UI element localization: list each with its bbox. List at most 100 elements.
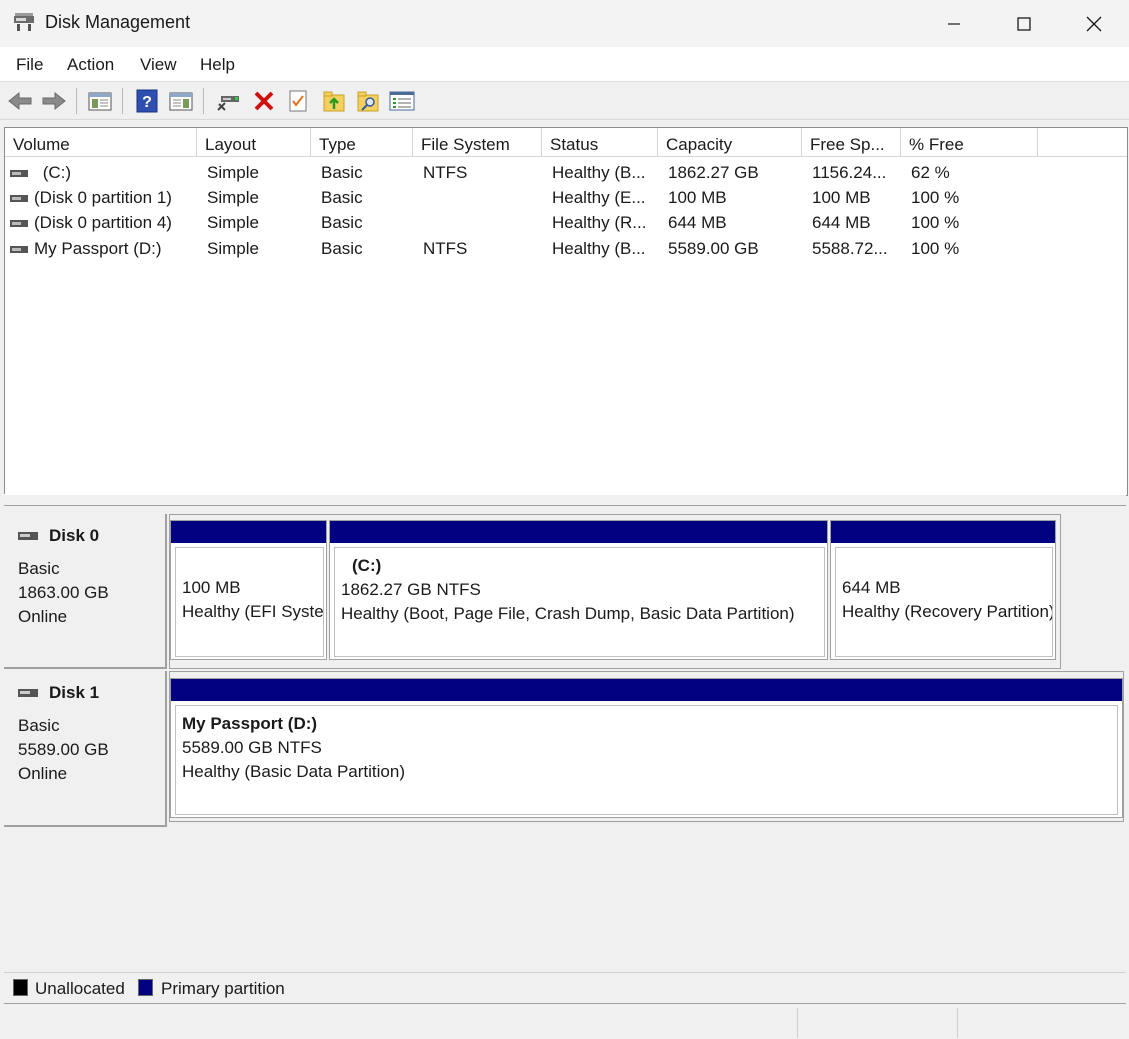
table-row[interactable]: (Disk 0 partition 1) Simple Basic Health… — [5, 185, 1127, 210]
back-arrow-icon — [8, 91, 32, 111]
volume-name: (C:) — [42, 163, 72, 182]
partition-c[interactable]: (C:) 1862.27 GB NTFS Healthy (Boot, Page… — [329, 520, 828, 660]
disk-1-label[interactable]: Disk 1 Basic 5589.00 GB Online — [4, 671, 167, 827]
partition-my-passport[interactable]: My Passport (D:) 5589.00 GB NTFS Healthy… — [170, 678, 1123, 818]
column-header-layout[interactable]: Layout — [197, 128, 311, 156]
volume-capacity: 100 MB — [668, 188, 727, 207]
menu-action[interactable]: Action — [67, 55, 114, 75]
disk-type: Basic — [18, 559, 60, 578]
partition-size: 644 MB — [842, 578, 901, 597]
column-header-free-space[interactable]: Free Sp... — [802, 128, 901, 156]
show-hide-action-pane-button[interactable] — [167, 87, 195, 115]
table-row[interactable]: (Disk 0 partition 4) Simple Basic Health… — [5, 210, 1127, 235]
legend-unallocated: Unallocated — [35, 979, 125, 998]
partition-efi[interactable]: 100 MB Healthy (EFI System Partition) — [170, 520, 327, 660]
volume-status: Healthy (B... — [552, 163, 646, 182]
list-view-button[interactable] — [388, 87, 416, 115]
disk-type: Basic — [18, 716, 60, 735]
pane-splitter[interactable] — [4, 494, 1126, 506]
volume-capacity: 5589.00 GB — [668, 239, 759, 258]
table-row[interactable]: My Passport (D:) Simple Basic NTFS Healt… — [5, 236, 1127, 261]
partition-size: 5589.00 GB NTFS — [182, 738, 322, 757]
partition-status: Healthy (Basic Data Partition) — [182, 762, 405, 781]
volume-percent-free: 100 % — [911, 188, 960, 207]
close-button[interactable] — [1059, 0, 1129, 47]
volume-file-system: NTFS — [423, 239, 468, 258]
table-row[interactable]: (C:) Simple Basic NTFS Healthy (B... 186… — [5, 160, 1127, 185]
help-icon: ? — [136, 89, 158, 113]
search-folder-button[interactable] — [354, 87, 382, 115]
connect-drive-button[interactable] — [214, 87, 242, 115]
maximize-button[interactable] — [989, 0, 1059, 47]
volume-percent-free: 100 % — [911, 213, 960, 232]
partition-name: My Passport (D:) — [182, 714, 318, 733]
volume-name: My Passport (D:) — [34, 239, 162, 258]
column-header-volume[interactable]: Volume — [5, 128, 197, 156]
volume-drive-icon — [10, 220, 28, 228]
volume-free-space: 1156.24... — [812, 163, 887, 182]
primary-partition-bar — [171, 679, 1122, 701]
volume-type: Basic — [321, 239, 363, 258]
volume-percent-free: 100 % — [911, 239, 960, 258]
menu-view[interactable]: View — [140, 55, 177, 75]
disk-status: Online — [18, 607, 68, 626]
column-header-percent-free[interactable]: % Free — [901, 128, 1038, 156]
partition-status: Healthy (EFI System Partition) — [182, 602, 324, 621]
show-hide-action-pane-icon — [169, 92, 193, 111]
volume-capacity: 1862.27 GB — [668, 163, 759, 182]
volume-list[interactable]: Volume Layout Type File System Status Ca… — [4, 127, 1128, 496]
delete-button[interactable] — [250, 87, 278, 115]
volume-free-space: 644 MB — [812, 213, 871, 232]
disk-icon — [18, 689, 38, 697]
toolbar-separator — [122, 88, 123, 114]
volume-type: Basic — [321, 213, 363, 232]
disk-icon — [18, 532, 38, 540]
help-button[interactable]: ? — [133, 87, 161, 115]
disk-0-label[interactable]: Disk 0 Basic 1863.00 GB Online — [4, 514, 167, 669]
back-button[interactable] — [6, 87, 34, 115]
volume-capacity: 644 MB — [668, 213, 727, 232]
maximize-icon — [1017, 16, 1031, 31]
status-bar — [0, 1004, 1129, 1039]
column-header-type[interactable]: Type — [311, 128, 413, 156]
volume-status: Healthy (B... — [552, 239, 646, 258]
legend: Unallocated Primary partition — [4, 972, 1126, 1004]
volume-type: Basic — [321, 188, 363, 207]
volume-drive-icon — [10, 170, 28, 178]
up-folder-button[interactable] — [320, 87, 348, 115]
primary-partition-swatch — [138, 979, 153, 996]
properties-icon — [289, 90, 307, 112]
primary-partition-bar — [171, 521, 326, 543]
volume-status: Healthy (R... — [552, 213, 647, 232]
unallocated-swatch — [13, 979, 28, 996]
properties-button[interactable] — [284, 87, 312, 115]
column-header-status[interactable]: Status — [542, 128, 658, 156]
delete-icon — [254, 91, 274, 111]
disk-size: 5589.00 GB — [18, 740, 109, 759]
volume-layout: Simple — [207, 188, 259, 207]
disk-status: Online — [18, 764, 68, 783]
partition-recovery[interactable]: 644 MB Healthy (Recovery Partition) — [830, 520, 1056, 660]
partition-size: 1862.27 GB NTFS — [341, 580, 481, 599]
column-header-capacity[interactable]: Capacity — [658, 128, 802, 156]
minimize-button[interactable] — [919, 0, 989, 47]
close-icon — [1086, 16, 1102, 31]
menu-help[interactable]: Help — [200, 55, 235, 75]
search-folder-icon — [357, 91, 379, 112]
volume-drive-icon — [10, 246, 28, 254]
toolbar: ? — [0, 82, 1129, 120]
volume-file-system — [423, 185, 542, 210]
volume-layout: Simple — [207, 163, 259, 182]
column-header-file-system[interactable]: File System — [413, 128, 542, 156]
forward-button[interactable] — [40, 87, 68, 115]
status-pane — [797, 1008, 958, 1038]
menu-file[interactable]: File — [16, 55, 43, 75]
show-hide-console-tree-button[interactable] — [86, 87, 114, 115]
volume-layout: Simple — [207, 239, 259, 258]
volume-layout: Simple — [207, 213, 259, 232]
title-bar: Disk Management — [0, 0, 1129, 47]
volume-file-system: NTFS — [423, 163, 468, 182]
volume-status: Healthy (E... — [552, 188, 646, 207]
partition-status: Healthy (Recovery Partition) — [842, 602, 1053, 621]
menu-bar: File Action View Help — [0, 47, 1129, 82]
